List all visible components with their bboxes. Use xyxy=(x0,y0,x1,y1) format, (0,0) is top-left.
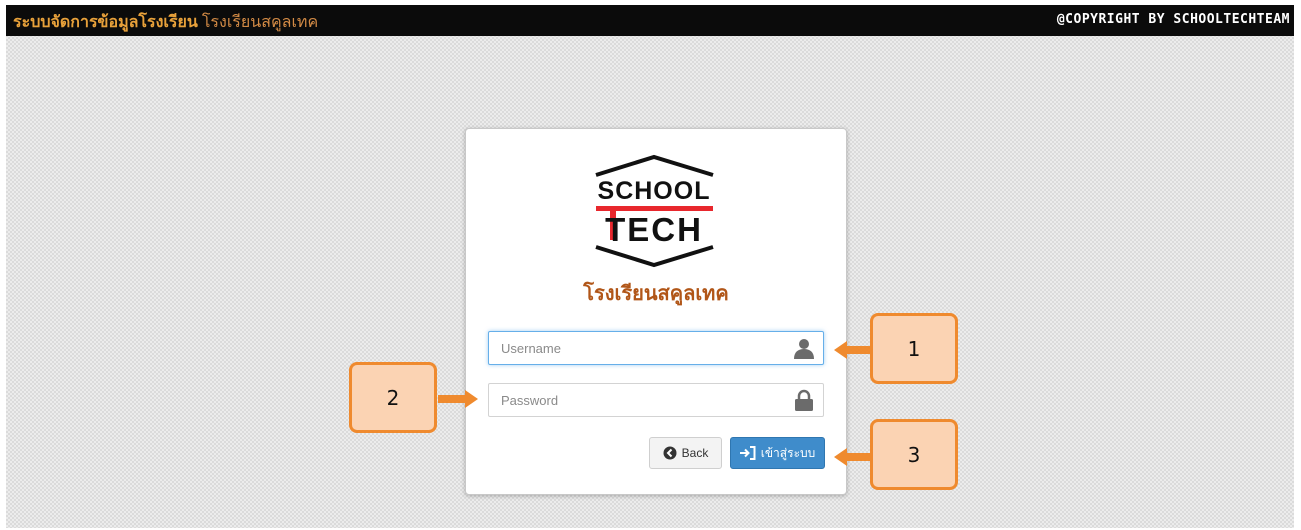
username-input[interactable] xyxy=(489,332,791,364)
app-title: ระบบจัดการข้อมูลโรงเรียน โรงเรียนสคูลเทค xyxy=(13,10,318,35)
callout-2-arrow xyxy=(438,390,478,408)
page-background: ระบบจัดการข้อมูลโรงเรียน โรงเรียนสคูลเทค … xyxy=(6,5,1294,528)
callout-2: 2 xyxy=(349,362,437,433)
password-input[interactable] xyxy=(489,384,791,416)
login-card: SCHOOL TECH โรงเรียนสคูลเทค Username Bac… xyxy=(465,128,847,495)
username-field xyxy=(488,331,824,365)
login-button-label: เข้าสู่ระบบ xyxy=(760,445,816,460)
callout-3-arrow xyxy=(834,448,874,466)
callout-1-arrow xyxy=(834,341,874,359)
copyright-text: @COPYRIGHT BY SCHOOLTECHTEAM xyxy=(1056,12,1290,27)
login-button[interactable]: เข้าสู่ระบบ xyxy=(730,437,825,469)
sign-in-icon xyxy=(739,446,756,460)
app-title-text: ระบบจัดการข้อมูลโรงเรียน xyxy=(13,14,198,31)
lock-icon xyxy=(795,389,813,411)
school-name-heading: โรงเรียนสคูลเทค xyxy=(583,283,729,305)
back-button[interactable]: Back xyxy=(649,437,722,469)
top-bar: ระบบจัดการข้อมูลโรงเรียน โรงเรียนสคูลเทค … xyxy=(6,5,1294,36)
school-subtitle: โรงเรียนสคูลเทค xyxy=(201,14,319,31)
password-field xyxy=(488,383,824,417)
back-button-label: Back xyxy=(681,446,709,460)
callout-3: 3 xyxy=(870,419,958,490)
user-icon xyxy=(794,339,814,359)
callout-1: 1 xyxy=(870,313,958,384)
arrow-circle-left-icon xyxy=(663,446,677,460)
logo-line1: SCHOOL xyxy=(598,177,711,205)
logo-line2: TECH xyxy=(605,211,703,248)
school-tech-logo: SCHOOL TECH xyxy=(595,154,714,268)
